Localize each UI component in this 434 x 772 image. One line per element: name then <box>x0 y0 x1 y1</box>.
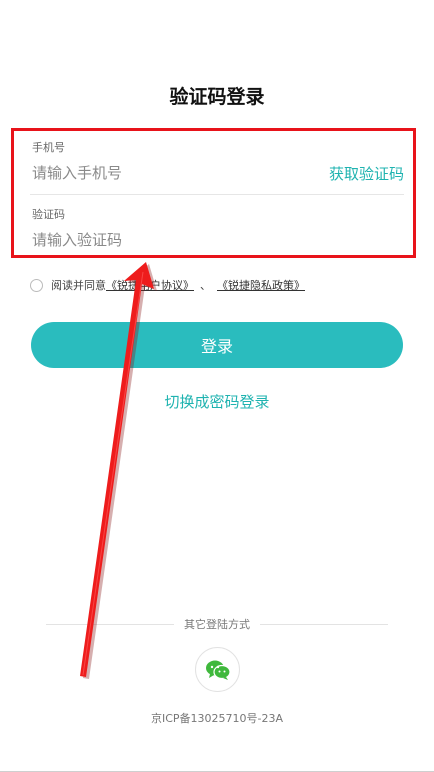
phone-input[interactable] <box>32 161 292 185</box>
field-divider <box>30 194 404 195</box>
switch-password-login-link[interactable]: 切换成密码登录 <box>0 391 434 412</box>
divider-line-left <box>46 623 174 625</box>
page-title: 验证码登录 <box>169 86 265 108</box>
other-login-divider: 其它登陆方式 <box>46 616 388 632</box>
user-agreement-link[interactable]: 《锐捷用户协议》 <box>106 277 194 293</box>
agreement-prefix: 阅读并同意 <box>51 279 106 292</box>
icp-record: 京ICP备13025710号-23A <box>150 712 284 725</box>
agreement-checkbox[interactable] <box>30 278 43 292</box>
privacy-policy-link[interactable]: 《锐捷隐私政策》 <box>217 277 305 293</box>
wechat-login-button[interactable] <box>195 647 240 692</box>
agreement-separator: 、 <box>200 279 211 292</box>
get-code-button[interactable]: 获取验证码 <box>329 163 404 184</box>
code-label: 验证码 <box>32 208 65 221</box>
code-input[interactable] <box>32 228 292 252</box>
phone-label: 手机号 <box>32 141 65 154</box>
other-login-label: 其它登陆方式 <box>184 618 250 631</box>
agreement-row: 阅读并同意 《锐捷用户协议》 、 《锐捷隐私政策》 <box>30 276 305 294</box>
wechat-icon <box>205 660 231 680</box>
divider-line-right <box>260 623 388 625</box>
login-button[interactable]: 登录 <box>31 322 403 368</box>
